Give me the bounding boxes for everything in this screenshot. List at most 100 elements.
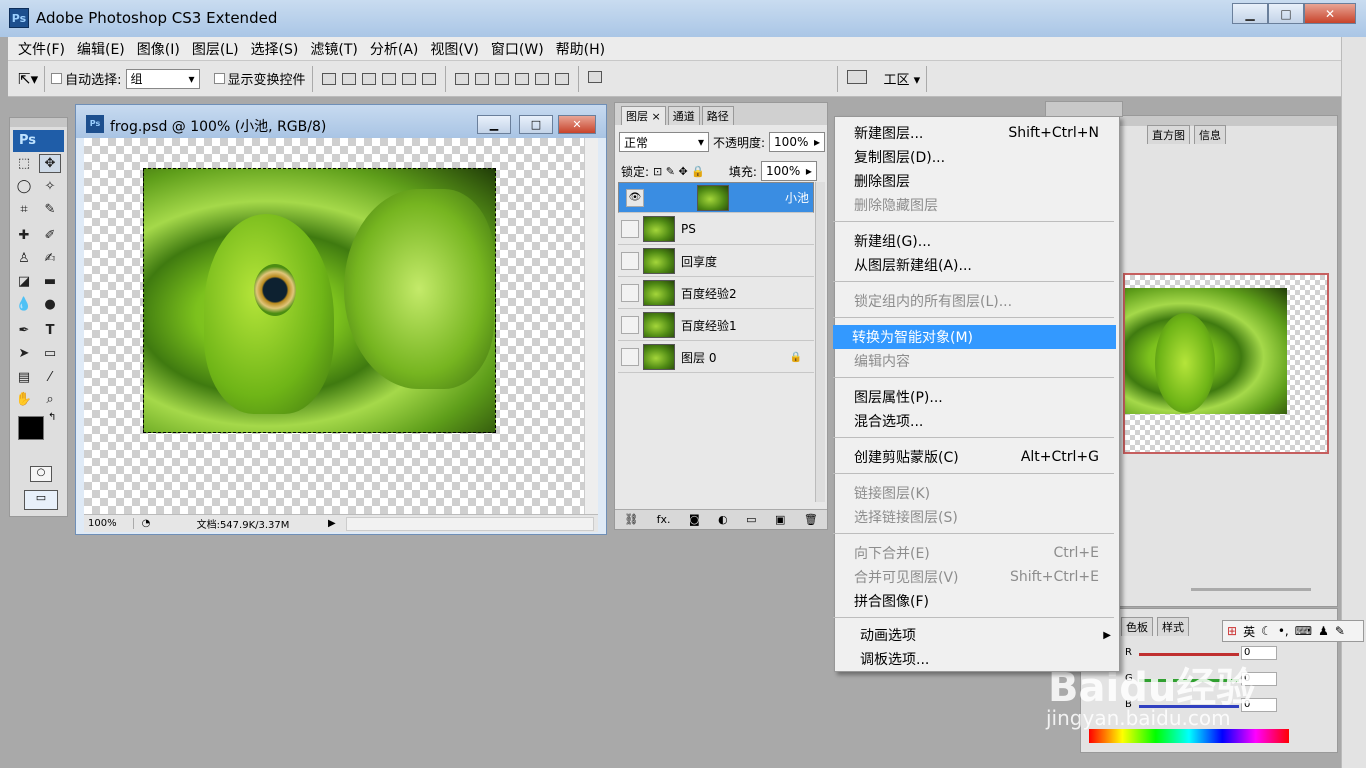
menu-item-merge-down[interactable]: 向下合并(E) Ctrl+E (835, 541, 1119, 565)
delete-layer-icon[interactable]: 🗑 (804, 513, 818, 526)
menu-analysis[interactable]: 分析(A) (364, 39, 425, 59)
link-layers-icon[interactable]: ⛓ (624, 513, 638, 526)
layer-row[interactable]: 百度经验1 (618, 310, 814, 341)
blend-mode-dropdown[interactable]: 正常 ▾ (619, 132, 709, 152)
status-info-icon[interactable]: ◔ (134, 518, 158, 529)
visibility-toggle[interactable] (621, 252, 639, 270)
distribute-buttons[interactable] (452, 72, 572, 85)
panel-collapse-strip[interactable] (1045, 101, 1123, 117)
move-tool-icon[interactable]: ✥ (39, 154, 61, 173)
opacity-field[interactable]: 100% ▸ (769, 132, 826, 152)
visibility-toggle[interactable] (621, 284, 639, 302)
show-transform-checkbox[interactable] (213, 73, 225, 84)
color-spectrum[interactable] (1089, 729, 1289, 743)
menu-item-create-clipping-mask[interactable]: 创建剪贴蒙版(C) Alt+Ctrl+G (835, 445, 1119, 469)
menu-item-group-from-layers[interactable]: 从图层新建组(A)... (835, 253, 1119, 277)
zoom-level[interactable]: 100% (84, 518, 134, 529)
menu-window[interactable]: 窗口(W) (485, 39, 550, 59)
tab-layers[interactable]: 图层 × (621, 106, 666, 125)
gradient-tool-icon[interactable]: ▬ (39, 272, 61, 291)
hand-tool-icon[interactable]: ✋ (13, 390, 35, 409)
doc-minimize-button[interactable]: ▁ (477, 115, 511, 134)
layer-row[interactable]: 回享度 (618, 246, 814, 277)
add-mask-icon[interactable]: ◙ (689, 513, 700, 526)
menu-filter[interactable]: 滤镜(T) (304, 39, 363, 59)
tab-channels[interactable]: 通道 (667, 106, 700, 125)
lasso-tool-icon[interactable]: ◯ (13, 177, 35, 196)
document-vertical-scrollbar[interactable] (584, 138, 598, 514)
menu-item-delete-hidden-layers[interactable]: 删除隐藏图层 (835, 193, 1119, 217)
layer-row[interactable]: 👁 小池 (618, 182, 814, 213)
layer-row[interactable]: 百度经验2 (618, 278, 814, 309)
quick-mask-icon[interactable]: ○ (30, 466, 52, 482)
document-titlebar[interactable]: Ps frog.psd @ 100% (小池, RGB/8) ▁ □ ✕ (76, 105, 606, 138)
ime-keyboard-icon[interactable]: ⌨ (1295, 624, 1312, 638)
close-button[interactable]: ✕ (1304, 3, 1356, 24)
layer-row[interactable]: 图层 0 🔒 (618, 342, 814, 373)
eye-icon[interactable]: 👁 (626, 188, 644, 207)
doc-maximize-button[interactable]: □ (519, 115, 553, 134)
adjustment-layer-icon[interactable]: ◐ (718, 513, 728, 526)
menu-item-panel-options[interactable]: 调板选项... (835, 647, 1119, 671)
foreground-color-swatch[interactable] (18, 416, 44, 440)
dodge-tool-icon[interactable]: ● (39, 295, 61, 314)
workspace-button[interactable]: 工区 ▾ (884, 69, 921, 88)
ime-language-toggle[interactable]: 英 (1243, 623, 1255, 640)
crop-tool-icon[interactable]: ⌗ (13, 200, 35, 219)
healing-brush-tool-icon[interactable]: ✚ (13, 226, 35, 245)
swap-colors-icon[interactable]: ↰ (48, 412, 56, 423)
auto-select-checkbox[interactable] (51, 73, 63, 84)
slice-tool-icon[interactable]: ✎ (39, 200, 61, 219)
fill-field[interactable]: 100% ▸ (760, 161, 817, 181)
menu-item-link-layers[interactable]: 链接图层(K) (835, 481, 1119, 505)
blur-tool-icon[interactable]: 💧 (13, 295, 35, 314)
layers-scrollbar[interactable] (815, 182, 825, 502)
ime-moon-icon[interactable]: ☾ (1261, 624, 1272, 638)
tab-styles[interactable]: 样式 (1157, 617, 1189, 636)
menu-item-blending-options[interactable]: 混合选项... (835, 409, 1119, 433)
menu-item-edit-contents[interactable]: 编辑内容 (835, 349, 1119, 373)
app-right-scrollbar[interactable] (1341, 37, 1366, 768)
history-brush-tool-icon[interactable]: ✍ (39, 249, 61, 268)
new-layer-icon[interactable]: ▣ (775, 513, 785, 526)
menu-item-merge-visible[interactable]: 合并可见图层(V) Shift+Ctrl+E (835, 565, 1119, 589)
menu-item-new-group[interactable]: 新建组(G)... (835, 229, 1119, 253)
visibility-toggle[interactable] (621, 220, 639, 238)
menu-image[interactable]: 图像(I) (131, 39, 186, 59)
menu-file[interactable]: 文件(F) (12, 39, 71, 59)
menu-item-animation-options[interactable]: 动画选项 ▶ (835, 623, 1119, 647)
tab-paths[interactable]: 路径 (701, 106, 734, 125)
eyedropper-tool-icon[interactable]: ⁄ (39, 368, 61, 387)
notes-tool-icon[interactable]: ▤ (13, 368, 35, 387)
clone-stamp-tool-icon[interactable]: ♙ (13, 249, 35, 268)
auto-align-icon[interactable] (585, 70, 605, 87)
doc-close-button[interactable]: ✕ (558, 115, 596, 134)
minimize-button[interactable]: ▁ (1232, 3, 1268, 24)
marquee-tool-icon[interactable]: ⬚ (13, 154, 35, 173)
auto-select-dropdown[interactable]: 组 ▾ (125, 68, 200, 89)
eraser-tool-icon[interactable]: ◪ (13, 272, 35, 291)
file-browser-icon[interactable] (844, 69, 870, 88)
magic-wand-tool-icon[interactable]: ✧ (39, 177, 61, 196)
navigator-zoom-slider[interactable] (1191, 588, 1311, 591)
lock-icons[interactable]: ⊡ ✎ ✥ 🔒 (653, 165, 705, 178)
move-tool-preset-icon[interactable]: ⇱▾ (18, 70, 38, 88)
ime-shirt-icon[interactable]: ♟ (1318, 624, 1329, 638)
ime-punct-icon[interactable]: •, (1278, 624, 1289, 638)
tab-info[interactable]: 信息 (1194, 125, 1226, 144)
menu-select[interactable]: 选择(S) (245, 39, 305, 59)
new-group-icon[interactable]: ▭ (746, 513, 756, 526)
zoom-tool-icon[interactable]: ⌕ (39, 390, 61, 409)
brush-tool-icon[interactable]: ✐ (39, 226, 61, 245)
menu-item-select-linked-layers[interactable]: 选择链接图层(S) (835, 505, 1119, 529)
menu-item-layer-properties[interactable]: 图层属性(P)... (835, 385, 1119, 409)
layer-style-icon[interactable]: fx. (657, 513, 671, 526)
toolbox-header[interactable] (10, 118, 67, 127)
layer-row[interactable]: PS (618, 214, 814, 245)
menu-item-delete-layer[interactable]: 删除图层 (835, 169, 1119, 193)
document-canvas[interactable] (84, 138, 584, 514)
menu-item-convert-to-smart-object[interactable]: 转换为智能对象(M) (833, 325, 1116, 349)
status-menu-arrow-icon[interactable]: ▶ (328, 518, 342, 529)
align-buttons[interactable] (319, 72, 439, 85)
screen-mode-icon[interactable]: ▭ (24, 490, 58, 510)
